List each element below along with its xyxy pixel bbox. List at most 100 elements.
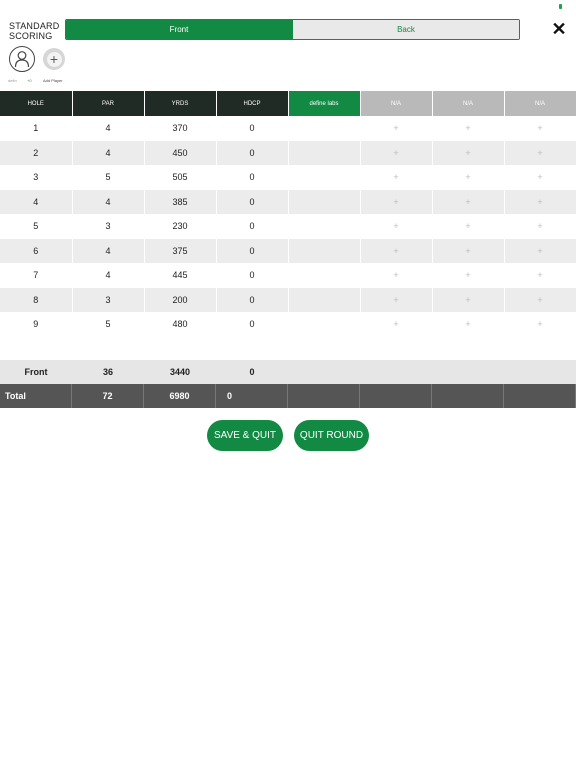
total-par: 72 (72, 384, 144, 408)
player-score-cell[interactable] (288, 287, 361, 313)
add-score-cell[interactable]: + (504, 214, 576, 239)
status-indicator (559, 4, 562, 9)
par-cell: 4 (72, 189, 145, 215)
hole-cell: 2 (0, 140, 73, 166)
user-icon (14, 51, 30, 68)
add-score-cell[interactable]: + (360, 287, 433, 313)
page-title: STANDARD SCORING (9, 21, 65, 41)
table-row: 6 4 375 0 + + + (0, 238, 576, 264)
add-score-cell[interactable]: + (360, 214, 433, 239)
par-cell: 3 (72, 287, 145, 313)
par-cell: 4 (72, 116, 145, 141)
close-icon[interactable]: ✕ (550, 20, 568, 38)
yrds-cell: 200 (144, 287, 217, 313)
add-score-cell[interactable]: + (360, 116, 433, 141)
add-score-cell[interactable]: + (504, 263, 576, 288)
hdcp-cell: 0 (216, 140, 289, 166)
add-score-cell[interactable]: + (360, 238, 433, 264)
nine-selector: Front Back (65, 19, 520, 40)
add-score-cell[interactable]: + (504, 165, 576, 190)
yrds-cell: 450 (144, 140, 217, 166)
hdcp-cell: 0 (216, 287, 289, 313)
add-score-cell[interactable]: + (504, 116, 576, 141)
front-hdcp: 0 (249, 367, 255, 377)
front-summary-row: Front 36 3440 0 (0, 360, 576, 384)
total-empty-cell (504, 384, 576, 408)
table-header-row: HOLE PAR YRDS HDCP define labs N/A N/A N… (0, 91, 576, 116)
par-cell: 4 (72, 263, 145, 288)
add-score-cell[interactable]: + (360, 263, 433, 288)
yrds-cell: 445 (144, 263, 217, 288)
add-score-cell[interactable]: + (432, 287, 505, 313)
add-score-cell[interactable]: + (360, 189, 433, 215)
player-score-cell[interactable] (288, 189, 361, 215)
total-summary-row: Total 72 6980 0 (0, 384, 576, 408)
hole-cell: 7 (0, 263, 73, 288)
col-empty-slot[interactable]: N/A (432, 91, 505, 116)
add-score-cell[interactable]: + (504, 287, 576, 313)
add-score-cell[interactable]: + (432, 214, 505, 239)
add-score-cell[interactable]: + (504, 238, 576, 264)
hdcp-cell: 0 (216, 238, 289, 264)
add-score-cell[interactable]: + (432, 189, 505, 215)
scorecard-table: HOLE PAR YRDS HDCP define labs N/A N/A N… (0, 91, 576, 337)
hdcp-cell: 0 (216, 312, 289, 337)
total-label: Total (0, 384, 72, 408)
add-score-cell[interactable]: + (432, 263, 505, 288)
add-score-cell[interactable]: + (360, 312, 433, 337)
col-empty-slot[interactable]: N/A (360, 91, 433, 116)
add-score-cell[interactable]: + (432, 312, 505, 337)
player-score-cell[interactable] (288, 140, 361, 166)
table-row: 2 4 450 0 + + + (0, 140, 576, 166)
col-player[interactable]: define labs (288, 91, 361, 116)
hole-cell: 3 (0, 165, 73, 190)
save-quit-button[interactable]: SAVE & QUIT (207, 420, 283, 451)
add-score-cell[interactable]: + (504, 140, 576, 166)
add-score-cell[interactable]: + (360, 165, 433, 190)
total-hdcp: 0 (216, 384, 288, 408)
add-score-cell[interactable]: + (432, 116, 505, 141)
player-score-cell[interactable] (288, 116, 361, 141)
front-label: Front (24, 367, 48, 377)
hole-cell: 6 (0, 238, 73, 264)
add-score-cell[interactable]: + (432, 140, 505, 166)
add-score-cell[interactable]: + (360, 140, 433, 166)
col-yrds: YRDS (144, 91, 217, 116)
add-score-cell[interactable]: + (504, 312, 576, 337)
table-row: 7 4 445 0 + + + (0, 263, 576, 288)
player-avatar[interactable] (9, 46, 35, 72)
yrds-cell: 480 (144, 312, 217, 337)
table-row: 5 3 230 0 + + + (0, 214, 576, 239)
add-score-cell[interactable]: + (504, 189, 576, 215)
player-handicap: +0 (27, 78, 32, 83)
quit-round-button[interactable]: QUIT ROUND (294, 420, 369, 451)
add-score-cell[interactable]: + (432, 165, 505, 190)
scorecard-body: 1 4 370 0 + + +2 4 450 0 + + +3 5 505 0 + + +4 4 385 0 + + +5 3 23… (0, 116, 576, 337)
yrds-cell: 375 (144, 238, 217, 264)
total-yrds: 6980 (144, 384, 216, 408)
col-hdcp: HDCP (216, 91, 289, 116)
hdcp-cell: 0 (216, 214, 289, 239)
table-row: 4 4 385 0 + + + (0, 189, 576, 215)
player-score-cell[interactable] (288, 165, 361, 190)
col-empty-slot[interactable]: N/A (504, 91, 576, 116)
yrds-cell: 370 (144, 116, 217, 141)
player-score-cell[interactable] (288, 214, 361, 239)
player-score-cell[interactable] (288, 312, 361, 337)
hole-cell: 4 (0, 189, 73, 215)
title-line-2: SCORING (9, 31, 53, 41)
table-row: 9 5 480 0 + + + (0, 312, 576, 337)
add-player-label: Add Player (43, 78, 63, 83)
tab-back[interactable]: Back (292, 20, 519, 39)
add-player-button[interactable]: + (43, 48, 65, 70)
player-score-cell[interactable] (288, 263, 361, 288)
player-name: defin (8, 78, 17, 83)
yrds-cell: 385 (144, 189, 217, 215)
player-score-cell[interactable] (288, 238, 361, 264)
hole-cell: 8 (0, 287, 73, 313)
tab-front[interactable]: Front (66, 20, 292, 39)
col-hole: HOLE (0, 91, 73, 116)
add-score-cell[interactable]: + (432, 238, 505, 264)
front-par: 36 (102, 367, 113, 377)
total-empty-cell (360, 384, 432, 408)
